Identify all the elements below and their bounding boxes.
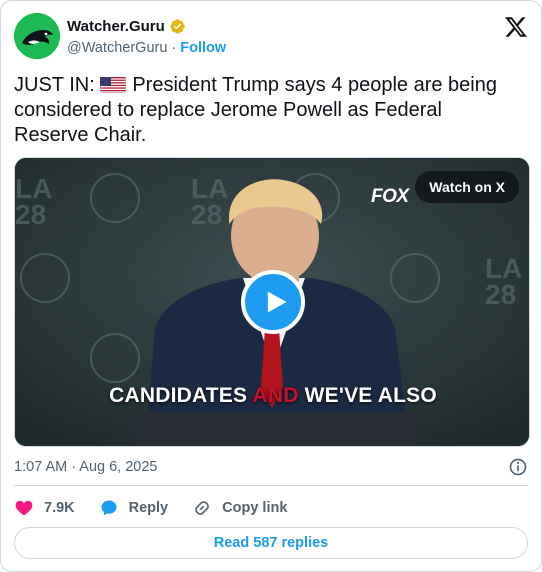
copy-link-button[interactable]: Copy link bbox=[192, 498, 287, 518]
reply-label: Reply bbox=[128, 500, 169, 516]
account-handle[interactable]: @WatcherGuru bbox=[67, 40, 167, 56]
tweet-card: Watcher.Guru @WatcherGuru · Follow JUST bbox=[0, 0, 542, 572]
separator-dot: · bbox=[171, 40, 177, 56]
verified-badge-icon bbox=[169, 18, 186, 35]
link-icon bbox=[195, 501, 210, 515]
caption-part-2: AND bbox=[252, 384, 299, 407]
reply-button[interactable]: Reply bbox=[99, 498, 169, 518]
like-button[interactable]: 7.9K bbox=[14, 498, 75, 518]
svg-text:28: 28 bbox=[191, 199, 222, 230]
caption-part-1: CANDIDATES bbox=[109, 384, 248, 407]
account-names: Watcher.Guru @WatcherGuru · Follow bbox=[67, 16, 226, 57]
play-button[interactable] bbox=[241, 270, 305, 334]
tweet-meta: 1:07 AM · Aug 6, 2025 bbox=[14, 457, 528, 477]
play-icon bbox=[267, 291, 286, 313]
tweet-header: Watcher.Guru @WatcherGuru · Follow bbox=[14, 13, 528, 61]
reply-bubble-icon bbox=[101, 500, 117, 516]
action-bar: 7.9K Reply Copy link bbox=[14, 495, 311, 521]
heart-icon bbox=[15, 500, 33, 516]
watch-on-x-button[interactable]: Watch on X bbox=[415, 171, 519, 203]
display-name[interactable]: Watcher.Guru bbox=[67, 18, 165, 35]
info-icon[interactable] bbox=[508, 457, 528, 477]
follow-button[interactable]: Follow bbox=[180, 40, 226, 56]
timestamp[interactable]: 1:07 AM · Aug 6, 2025 bbox=[14, 459, 158, 475]
avatar[interactable] bbox=[14, 13, 60, 59]
copy-link-label: Copy link bbox=[222, 500, 288, 516]
video-caption: CANDIDATES AND WE'VE ALSO bbox=[15, 384, 529, 408]
svg-text:28: 28 bbox=[485, 279, 516, 310]
divider bbox=[14, 485, 528, 486]
x-logo-icon[interactable] bbox=[504, 15, 528, 39]
us-flag-icon bbox=[100, 76, 127, 93]
like-count: 7.9K bbox=[44, 500, 75, 516]
read-replies-button[interactable]: Read 587 replies bbox=[14, 527, 528, 559]
caption-part-3: WE'VE ALSO bbox=[304, 384, 437, 407]
svg-text:28: 28 bbox=[15, 199, 46, 230]
tweet-text: JUST IN: President Trump says 4 people a… bbox=[14, 73, 514, 148]
network-logo: FOX bbox=[371, 186, 409, 207]
tweet-prefix: JUST IN: bbox=[14, 74, 95, 96]
video-player[interactable]: LA28 LA28 LA28 LA28 FOX Watch on X CANDI… bbox=[14, 157, 530, 447]
